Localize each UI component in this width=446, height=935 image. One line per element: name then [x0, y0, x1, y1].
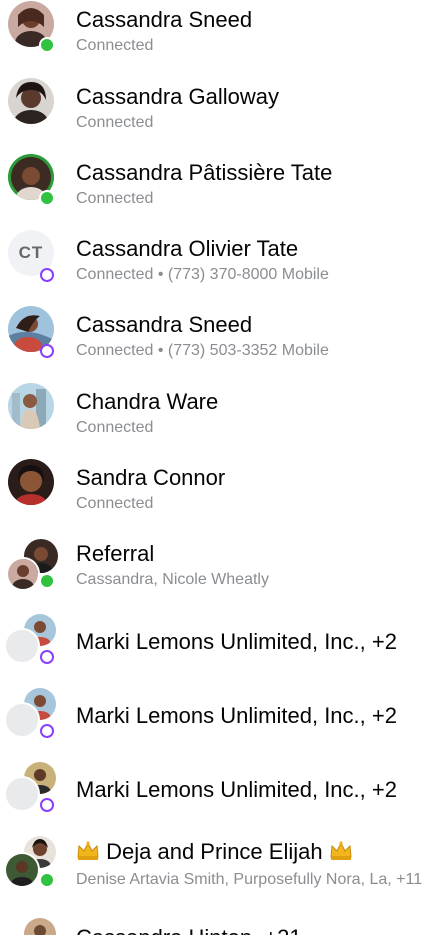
contact-name: Chandra Ware: [76, 388, 219, 414]
contact-status: Connected • (773) 503-3352 Mobile: [76, 341, 329, 359]
messenger-badge-icon: [40, 724, 54, 738]
group-avatar-front: [4, 852, 40, 888]
group-avatar-placeholder: [4, 776, 40, 812]
contact-status: Connected: [76, 418, 154, 436]
group-row[interactable]: Deja and Prince Elijah Denise Artavia Sm…: [0, 826, 446, 902]
group-name: Marki Lemons Unlimited, Inc., +2: [76, 703, 397, 728]
contact-row[interactable]: CT Cassandra Olivier Tate Connected • (7…: [0, 222, 446, 298]
contact-status: Connected: [76, 113, 154, 131]
group-avatar-placeholder: [4, 702, 40, 738]
group-name: Cassandra Hinton, +21: [76, 924, 302, 935]
crown-icon: [76, 840, 100, 868]
group-members: Denise Artavia Smith, Purposefully Nora,…: [76, 870, 423, 888]
messenger-badge-icon: [40, 798, 54, 812]
contact-row[interactable]: Cassandra Galloway Connected: [0, 70, 446, 146]
crown-icon: [329, 840, 353, 868]
group-row[interactable]: Referral Cassandra, Nicole Wheatly: [0, 527, 446, 603]
group-name: Marki Lemons Unlimited, Inc., +2: [76, 777, 397, 802]
group-members: Cassandra, Nicole Wheatly: [76, 570, 269, 588]
messenger-badge-icon: [40, 344, 54, 358]
group-row-partial[interactable]: Cassandra Hinton, +21: [0, 912, 446, 935]
group-name: Marki Lemons Unlimited, Inc., +2: [76, 629, 397, 654]
group-avatar-front: [6, 557, 40, 591]
contact-row[interactable]: Chandra Ware Connected: [0, 375, 446, 451]
avatar: [8, 459, 54, 505]
contact-name: Cassandra Sneed: [76, 311, 253, 337]
messenger-badge-icon: [40, 268, 54, 282]
online-status-dot: [39, 190, 55, 206]
online-status-dot: [39, 573, 55, 589]
group-name-with-crowns: Deja and Prince Elijah: [76, 838, 440, 868]
contact-row[interactable]: Cassandra Pâtissière Tate Connected: [0, 146, 446, 222]
group-row[interactable]: Marki Lemons Unlimited, Inc., +2: [0, 678, 446, 754]
contact-row[interactable]: Cassandra Sneed Connected: [0, 0, 446, 69]
group-name: Referral: [76, 540, 155, 566]
contact-status: Connected: [76, 36, 154, 54]
contact-name: Sandra Connor: [76, 464, 226, 490]
online-status-dot: [39, 37, 55, 53]
group-name: Deja and Prince Elijah: [106, 838, 323, 864]
contact-name: Cassandra Sneed: [76, 6, 253, 32]
contact-status: Connected • (773) 370-8000 Mobile: [76, 265, 329, 283]
messenger-badge-icon: [40, 650, 54, 664]
online-status-dot: [39, 872, 55, 888]
contact-status: Connected: [76, 494, 154, 512]
group-row[interactable]: Marki Lemons Unlimited, Inc., +2: [0, 752, 446, 828]
contact-name: Cassandra Galloway: [76, 83, 279, 109]
group-avatar-placeholder: [4, 628, 40, 664]
avatar: [8, 78, 54, 124]
contact-row[interactable]: Cassandra Sneed Connected • (773) 503-33…: [0, 298, 446, 374]
contact-status: Connected: [76, 189, 154, 207]
contact-name: Cassandra Olivier Tate: [76, 235, 299, 261]
contact-row[interactable]: Sandra Connor Connected: [0, 451, 446, 527]
contact-name: Cassandra Pâtissière Tate: [76, 159, 333, 185]
group-row[interactable]: Marki Lemons Unlimited, Inc., +2: [0, 604, 446, 680]
avatar: [8, 383, 54, 429]
group-avatar-back: [22, 916, 58, 935]
